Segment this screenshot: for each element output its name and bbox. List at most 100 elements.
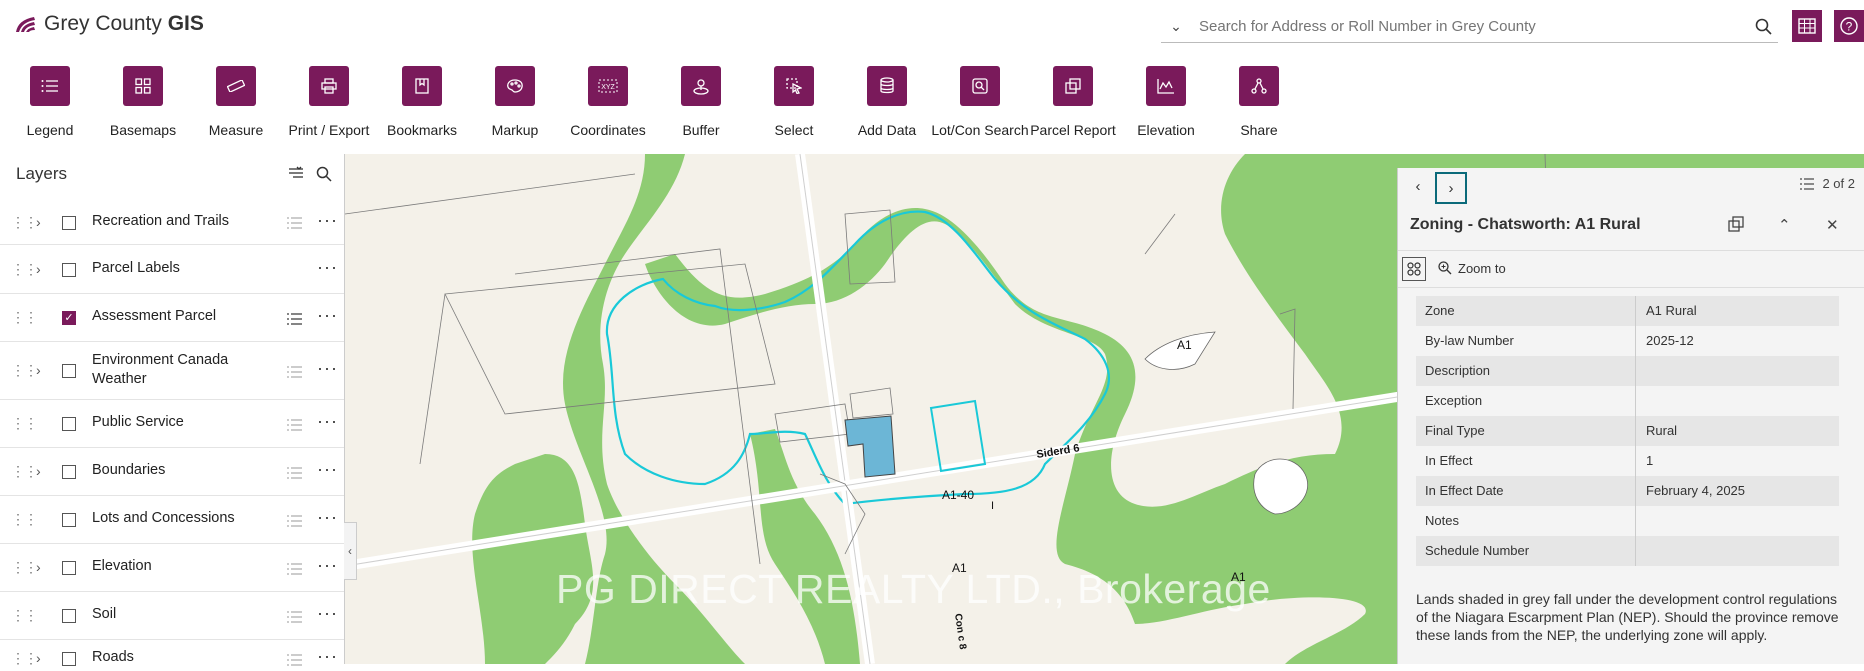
select-icon[interactable] — [774, 66, 814, 106]
legend-icon[interactable] — [287, 466, 303, 484]
layer-label: Recreation and Trails — [92, 213, 230, 229]
markup-tool[interactable]: Markup — [465, 62, 565, 138]
chevron-up-icon[interactable]: ⌃ — [1778, 216, 1791, 234]
drag-handle-icon[interactable]: ⋮⋮ — [11, 261, 38, 278]
layer-item-soil[interactable]: ⋮⋮ Soil ··· — [0, 592, 344, 640]
more-options-icon[interactable]: ··· — [317, 305, 338, 326]
layer-item-lots-and-concessions[interactable]: ⋮⋮ Lots and Concessions ··· — [0, 496, 344, 544]
drag-handle-icon[interactable]: ⋮⋮ — [11, 309, 38, 326]
legend-icon[interactable] — [287, 562, 303, 580]
bookmark-icon[interactable] — [402, 66, 442, 106]
drag-handle-icon[interactable]: ⋮⋮ — [11, 650, 38, 667]
layer-item-elevation[interactable]: ⋮⋮ › Elevation ··· — [0, 544, 344, 592]
layer-checkbox[interactable] — [62, 609, 76, 623]
legend-icon[interactable] — [287, 312, 303, 330]
layer-checkbox[interactable] — [62, 513, 76, 527]
elevation-icon[interactable] — [1146, 66, 1186, 106]
select-tool[interactable]: Select — [744, 62, 844, 138]
layer-checkbox[interactable] — [62, 561, 76, 575]
legend-tool[interactable]: Legend — [0, 62, 100, 138]
elevation-tool[interactable]: Elevation — [1116, 62, 1216, 138]
drag-handle-icon[interactable]: ⋮⋮ — [11, 362, 38, 379]
app-logo[interactable]: Grey County GIS — [14, 12, 204, 36]
print-export-tool[interactable]: Print / Export — [279, 62, 379, 138]
grid-icon[interactable] — [123, 66, 163, 106]
add-data-tool[interactable]: Add Data — [837, 62, 937, 138]
close-icon[interactable]: ✕ — [1826, 216, 1839, 234]
layer-checkbox[interactable] — [62, 417, 76, 431]
svg-text:XYZ: XYZ — [601, 84, 615, 91]
feature-grid-icon[interactable] — [1402, 257, 1426, 281]
layer-checkbox[interactable] — [62, 263, 76, 277]
legend-icon[interactable] — [287, 514, 303, 532]
drag-handle-icon[interactable]: ⋮⋮ — [11, 559, 38, 576]
layer-item-public-service[interactable]: ⋮⋮ Public Service ··· — [0, 400, 344, 448]
ruler-icon[interactable] — [216, 66, 256, 106]
bookmarks-tool[interactable]: Bookmarks — [372, 62, 472, 138]
basemaps-tool[interactable]: Basemaps — [93, 62, 193, 138]
drag-handle-icon[interactable]: ⋮⋮ — [11, 511, 38, 528]
chevron-right-icon[interactable]: › — [36, 214, 41, 230]
printer-icon[interactable] — [309, 66, 349, 106]
legend-icon[interactable] — [287, 653, 303, 671]
drag-handle-icon[interactable]: ⋮⋮ — [11, 607, 38, 624]
previous-feature-button[interactable]: ‹ — [1404, 172, 1432, 200]
database-icon[interactable] — [867, 66, 907, 106]
parcel-report-tool[interactable]: Parcel Report — [1023, 62, 1123, 138]
search-map-icon[interactable] — [960, 66, 1000, 106]
layer-item-boundaries[interactable]: ⋮⋮ › Boundaries ··· — [0, 448, 344, 496]
buffer-tool[interactable]: Buffer — [651, 62, 751, 138]
more-options-icon[interactable]: ··· — [317, 257, 338, 278]
layer-item-parcel-labels[interactable]: ⋮⋮ › Parcel Labels ··· — [0, 246, 344, 294]
buffer-icon[interactable] — [681, 66, 721, 106]
search-icon[interactable] — [1748, 18, 1778, 35]
search-icon[interactable] — [316, 166, 332, 187]
xyz-icon[interactable]: XYZ — [588, 66, 628, 106]
more-options-icon[interactable]: ··· — [317, 210, 338, 231]
dock-icon[interactable] — [1728, 216, 1744, 236]
chevron-right-icon[interactable]: › — [36, 362, 41, 378]
zoom-to-icon[interactable] — [1438, 261, 1452, 280]
help-icon[interactable]: ? — [1834, 10, 1864, 42]
more-options-icon[interactable]: ··· — [317, 411, 338, 432]
share-tool[interactable]: Share — [1209, 62, 1309, 138]
more-options-icon[interactable]: ··· — [317, 555, 338, 576]
chevron-right-icon[interactable]: › — [36, 463, 41, 479]
collapse-panel-icon[interactable]: ‹ — [344, 522, 357, 580]
lot-con-search-tool[interactable]: Lot/Con Search — [930, 62, 1030, 138]
legend-icon[interactable] — [287, 418, 303, 436]
chevron-down-icon[interactable]: ⌄ — [1161, 18, 1191, 35]
zoom-to-button[interactable]: Zoom to — [1458, 261, 1506, 276]
layer-checkbox[interactable] — [62, 364, 76, 378]
palette-icon[interactable] — [495, 66, 535, 106]
layer-item-recreation-and-trails[interactable]: ⋮⋮ › Recreation and Trails ··· — [0, 200, 344, 245]
copy-icon[interactable] — [1053, 66, 1093, 106]
search-input[interactable] — [1191, 16, 1748, 36]
next-feature-button[interactable]: › — [1435, 172, 1467, 204]
more-options-icon[interactable]: ··· — [317, 603, 338, 624]
legend-icon[interactable] — [287, 365, 303, 383]
layer-item-environment-canada-weather[interactable]: ⋮⋮ › Environment Canada Weather ··· — [0, 342, 344, 400]
measure-tool[interactable]: Measure — [186, 62, 286, 138]
layer-checkbox[interactable] — [62, 465, 76, 479]
layer-item-roads[interactable]: ⋮⋮ › Roads ··· — [0, 640, 344, 670]
more-options-icon[interactable]: ··· — [317, 358, 338, 379]
chevron-right-icon[interactable]: › — [36, 559, 41, 575]
chevron-right-icon[interactable]: › — [36, 261, 41, 277]
drag-handle-icon[interactable]: ⋮⋮ — [11, 214, 38, 231]
filter-list-icon[interactable] — [288, 166, 304, 187]
table-icon[interactable] — [1792, 10, 1822, 42]
layer-checkbox[interactable] — [62, 216, 76, 230]
drag-handle-icon[interactable]: ⋮⋮ — [11, 463, 38, 480]
share-icon[interactable] — [1239, 66, 1279, 106]
layer-item-assessment-parcel[interactable]: ⋮⋮ ✓ Assessment Parcel ··· — [0, 294, 344, 342]
legend-icon[interactable] — [287, 610, 303, 628]
list-icon[interactable] — [30, 66, 70, 106]
layer-checkbox[interactable]: ✓ — [62, 311, 76, 325]
more-options-icon[interactable]: ··· — [317, 459, 338, 480]
coordinates-tool[interactable]: XYZ Coordinates — [558, 62, 658, 138]
legend-icon[interactable] — [287, 216, 303, 234]
drag-handle-icon[interactable]: ⋮⋮ — [11, 415, 38, 432]
feature-count[interactable]: 2 of 2 — [1800, 176, 1855, 191]
more-options-icon[interactable]: ··· — [317, 507, 338, 528]
